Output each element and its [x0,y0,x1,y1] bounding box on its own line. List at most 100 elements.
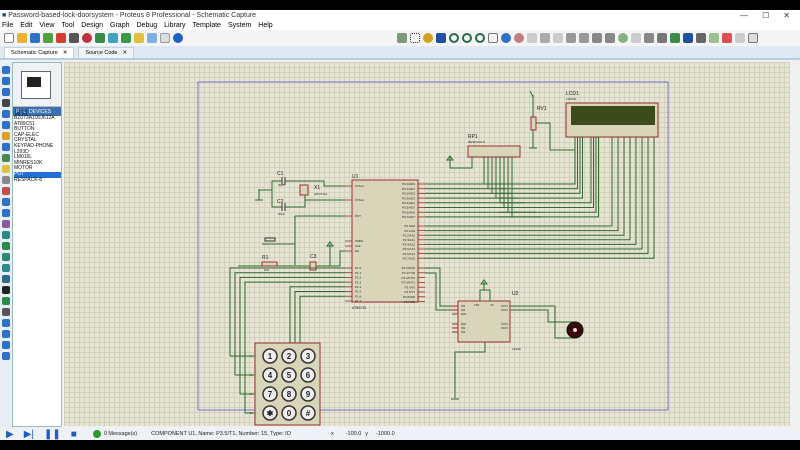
junction-icon[interactable] [2,88,10,96]
block-rotate-icon[interactable] [592,33,602,43]
step-button[interactable]: ▶| [24,429,34,440]
pan-icon[interactable] [436,33,446,43]
play-button[interactable]: ▶ [6,429,14,440]
subcircuit-icon[interactable] [2,132,10,140]
stop-button[interactable]: ■ [71,429,77,440]
terminal-icon[interactable] [2,143,10,151]
cut-icon[interactable] [527,33,537,43]
schematic-canvas[interactable]: U1 AT89C51 XTAL1 XTAL2 RST PSEN ALE EA P1.0 P1.1 P… [64,62,790,426]
rotate-cw-icon[interactable] [2,319,10,327]
line-2d-icon[interactable] [2,231,10,239]
bus-icon[interactable] [2,121,10,129]
menu-template[interactable]: Template [193,22,221,29]
new-sheet-icon[interactable] [709,33,719,43]
refresh-icon[interactable] [397,33,407,43]
library-button[interactable]: L [22,108,28,115]
close-project-icon[interactable] [43,33,53,43]
origin-icon[interactable] [423,33,433,43]
menu-design[interactable]: Design [81,22,103,29]
pcb-icon[interactable] [82,33,92,43]
menu-graph[interactable]: Graph [110,22,129,29]
menu-edit[interactable]: Edit [20,22,32,29]
design-explorer-icon[interactable] [748,33,758,43]
pick-devices-button[interactable]: P [15,108,21,115]
tape-icon[interactable] [2,176,10,184]
paste-icon[interactable] [553,33,563,43]
tab-schematic-capture[interactable]: Schematic Capture ✕ [4,47,75,58]
remove-sheet-icon[interactable] [722,33,732,43]
grid-icon[interactable] [410,33,420,43]
device-list-item[interactable]: RESPACK-8 [14,177,61,184]
menu-help[interactable]: Help [258,22,272,29]
zoom-area-icon[interactable] [488,33,498,43]
symbol-2d-icon[interactable] [2,297,10,305]
save-icon[interactable] [30,33,40,43]
schematic-icon[interactable] [69,33,79,43]
menu-system[interactable]: System [228,22,251,29]
close-button[interactable]: ✕ [783,11,790,20]
wire-label-icon[interactable] [2,99,10,107]
path-2d-icon[interactable] [2,275,10,283]
flip-h-icon[interactable] [2,341,10,349]
decompose-icon[interactable] [657,33,667,43]
box-2d-icon[interactable] [2,242,10,250]
block-copy-icon[interactable] [566,33,576,43]
flip-v-icon[interactable] [2,352,10,360]
menu-debug[interactable]: Debug [137,22,158,29]
maximize-button[interactable]: ☐ [762,11,769,20]
open-folder-icon[interactable] [17,33,27,43]
menu-library[interactable]: Library [164,22,185,29]
minimize-button[interactable]: — [740,11,748,20]
vsm-studio-icon[interactable] [147,33,157,43]
tab-source-code[interactable]: Source Code ✕ [78,47,135,58]
gerber-icon[interactable] [95,33,105,43]
search-tag-icon[interactable] [683,33,693,43]
menu-view[interactable]: View [39,22,54,29]
wire-autorouter-icon[interactable] [670,33,680,43]
zoom-out-icon[interactable] [462,33,472,43]
exit-parent-icon[interactable] [735,33,745,43]
motor-shaft [573,328,577,332]
new-file-icon[interactable] [4,33,14,43]
property-tool-icon[interactable] [696,33,706,43]
vertical-scrollbar[interactable] [790,62,800,426]
undo-icon[interactable] [501,33,511,43]
pause-button[interactable]: ❚❚ [44,429,61,440]
generator-icon[interactable] [2,187,10,195]
probe-voltage-icon[interactable] [2,198,10,206]
copy-icon[interactable] [540,33,550,43]
notes-icon[interactable] [160,33,170,43]
source-code-icon[interactable] [134,33,144,43]
probe-current-icon[interactable] [2,209,10,217]
close-tab-icon[interactable]: ✕ [63,50,68,56]
bom-icon[interactable] [121,33,131,43]
block-delete-icon[interactable] [605,33,615,43]
pick-device-icon[interactable] [618,33,628,43]
packaging-icon[interactable] [644,33,654,43]
zoom-in-icon[interactable] [449,33,459,43]
marker-2d-icon[interactable] [2,308,10,316]
menu-tool[interactable]: Tool [61,22,74,29]
text-script-icon[interactable] [2,110,10,118]
close-tab-icon[interactable]: ✕ [123,50,128,56]
graph-icon[interactable] [2,165,10,173]
help-icon[interactable] [173,33,183,43]
pin-icon[interactable] [2,154,10,162]
component-icon[interactable] [2,77,10,85]
circle-2d-icon[interactable] [2,253,10,261]
selection-icon[interactable] [2,66,10,74]
3d-view-icon[interactable] [108,33,118,43]
overview-preview[interactable] [13,63,61,107]
block-move-icon[interactable] [579,33,589,43]
zoom-all-icon[interactable] [475,33,485,43]
u1-ref: U1 [352,174,359,180]
home-icon[interactable] [56,33,66,43]
make-device-icon[interactable] [631,33,641,43]
text-2d-icon[interactable] [2,286,10,294]
redo-icon[interactable] [514,33,524,43]
arc-2d-icon[interactable] [2,264,10,272]
instrument-icon[interactable] [2,220,10,228]
rotate-ccw-icon[interactable] [2,330,10,338]
messages-count[interactable]: 0 Message(s) [104,431,137,437]
menu-file[interactable]: File [2,22,13,29]
